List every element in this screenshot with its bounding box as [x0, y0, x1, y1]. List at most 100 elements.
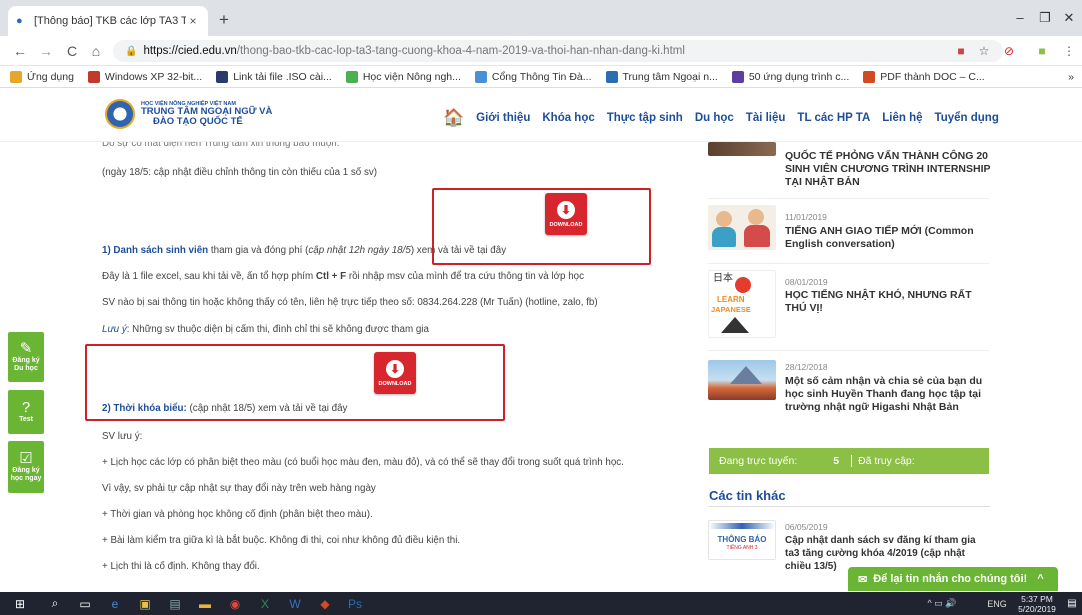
edit-icon: ✎ [19, 340, 33, 357]
nav-item[interactable]: Tài liệu [746, 112, 786, 124]
reload-button[interactable]: C [62, 41, 82, 61]
nav-item[interactable]: Thực tập sinh [607, 112, 683, 124]
site-icon [216, 70, 229, 83]
note-line-5: + Lịch thi là cố định. Không thay đổi. [102, 561, 260, 572]
photoshop-icon[interactable]: Ps [340, 592, 370, 615]
main-navigation: 🏠 Giới thiệu Khóa học Thực tập sinh Du học T… [443, 109, 1011, 126]
language-indicator[interactable]: ENG [982, 592, 1012, 615]
task-view-icon[interactable]: ▭ [70, 592, 100, 615]
adblock-icon[interactable]: ⊘ [1000, 42, 1018, 60]
nav-item[interactable]: Liên hệ [882, 112, 922, 124]
note-line-2: Vì vậy, sv phải tự cập nhật sự thay đổi … [102, 483, 376, 494]
app-icon[interactable]: ▤ [160, 592, 190, 615]
online-count: 5 [833, 455, 840, 467]
home-icon[interactable]: 🏠 [443, 109, 464, 126]
nav-item[interactable]: Du học [695, 112, 734, 124]
chat-widget[interactable]: ✉ Để lại tin nhắn cho chúng tôi! ^ [848, 567, 1058, 591]
word-icon[interactable]: W [280, 592, 310, 615]
excel-icon[interactable]: X [250, 592, 280, 615]
url-text: https://cied.edu.vn/thong-bao-tkb-cac-lo… [143, 45, 685, 57]
tab-close-icon[interactable]: × [186, 14, 200, 28]
cut-off-paragraph: Do sự cố mất điện nên Trung tâm xin thôn… [102, 142, 340, 149]
nav-item[interactable]: Giới thiệu [476, 112, 530, 124]
site-favicon-icon: ● [16, 15, 23, 27]
bookmark-item[interactable]: PDF thành DOC – C... [863, 70, 985, 83]
bookmark-item[interactable]: Học viện Nông ngh... [345, 70, 461, 83]
nav-item[interactable]: Tuyển dụng [935, 112, 999, 124]
search-icon[interactable]: ⌕ [40, 592, 70, 615]
bookmarks-overflow-button[interactable]: » [1068, 71, 1074, 83]
section-1-title[interactable]: 1) Danh sách sinh viên [102, 245, 208, 256]
chat-mail-icon: ✉ [858, 573, 868, 586]
note-line-3: + Thời gian và phòng học không cố định (… [102, 509, 373, 520]
app-icon[interactable]: ◆ [310, 592, 340, 615]
divider [708, 350, 989, 351]
news-thumbnail[interactable] [708, 205, 776, 250]
divider [708, 263, 989, 264]
news-thumbnail[interactable]: THÔNG BÁO TIẾNG ANH 3 [708, 520, 776, 560]
extension-icon[interactable]: ■ [952, 42, 970, 60]
news-title[interactable]: TIẾNG ANH GIAO TIẾP MỚI (Common English … [785, 225, 990, 251]
online-label: Đang trực tuyến: [719, 455, 798, 467]
news-thumbnail[interactable] [708, 142, 776, 156]
section-2-line: 2) Thời khóa biểu: (cập nhật 18/5) xem v… [102, 403, 348, 414]
news-date: 28/12/2018 [785, 362, 828, 372]
section-2-title[interactable]: 2) Thời khóa biểu: [102, 403, 187, 414]
note-line-1: + Lịch học các lớp có phân biệt theo màu… [102, 457, 624, 468]
windows-start-icon[interactable]: ⊞ [0, 592, 40, 615]
profile-icon[interactable]: ■ [1033, 42, 1051, 60]
home-button[interactable]: ⌂ [86, 41, 106, 61]
download-arrow-icon: ⬇ [557, 200, 575, 219]
news-title[interactable]: Một số cảm nhận và chia sẻ của bạn du họ… [785, 375, 995, 414]
store-icon[interactable]: ▣ [130, 592, 160, 615]
edge-icon[interactable]: e [100, 592, 130, 615]
download-arrow-icon: ⬇ [386, 359, 404, 378]
lock-icon: 🔒 [125, 45, 138, 57]
nav-item[interactable]: TL các HP TA [797, 112, 870, 124]
bookmark-item[interactable]: Windows XP 32-bit... [87, 70, 202, 83]
taskbar: ⊞ ⌕ ▭ e ▣ ▤ ▬ ◉ X W ◆ Ps ^ ▭ 🔊 ENG 5:37 … [0, 592, 1082, 615]
news-title[interactable]: QUỐC TẾ PHỎNG VẤN THÀNH CÔNG 20 SINH VIÊ… [785, 150, 995, 189]
logo-emblem-icon [105, 99, 135, 129]
chrome-icon[interactable]: ◉ [220, 592, 250, 615]
bookmark-item[interactable]: Cổng Thông Tin Đà... [474, 70, 592, 83]
news-date: 06/05/2019 [785, 522, 828, 532]
address-bar[interactable]: 🔒 https://cied.edu.vn/thong-bao-tkb-cac-… [113, 40, 1003, 62]
excel-instruction: Đây là 1 file excel, sau khi tải về, ấn … [102, 271, 585, 282]
close-window-button[interactable]: ✕ [1054, 8, 1082, 28]
bookmark-item[interactable]: Link tải file .ISO cài... [216, 70, 332, 83]
site-icon [605, 70, 618, 83]
news-thumbnail[interactable]: 日本 LEARN JAPANESE [708, 270, 776, 338]
test-button[interactable]: ? Test [8, 390, 44, 434]
forward-button[interactable]: → [36, 41, 56, 61]
news-title[interactable]: HỌC TIẾNG NHẬT KHÓ, NHƯNG RẤT THÚ VỊ! [785, 289, 990, 315]
divider [709, 506, 990, 507]
contact-info: SV nào bị sai thông tin hoặc không thấy … [102, 297, 598, 308]
nav-item[interactable]: Khóa học [542, 112, 594, 124]
register-now-button[interactable]: ☑ Đăng ký học ngay [8, 441, 44, 493]
star-icon[interactable]: ☆ [975, 42, 993, 60]
question-icon: ? [21, 399, 31, 416]
file-explorer-icon[interactable]: ▬ [190, 592, 220, 615]
download-button-1[interactable]: ⬇ DOWNLOAD [545, 193, 587, 235]
browser-tab[interactable]: ● [Thông báo] TKB các lớp TA3 Tăn × [8, 6, 208, 36]
site-icon [345, 70, 358, 83]
apps-icon [10, 70, 22, 83]
bookmark-item[interactable]: 50 ứng dụng trình c... [731, 70, 849, 83]
bookmark-item[interactable]: Trung tâm Ngoại n... [605, 70, 718, 83]
site-icon [87, 70, 100, 83]
site-logo[interactable]: HỌC VIỆN NÔNG NGHIỆP VIỆT NAM TRUNG TÂM … [105, 99, 272, 129]
news-thumbnail[interactable] [708, 360, 776, 400]
note-paragraph: Lưu ý: Những sv thuộc diện bị cấm thi, đ… [102, 324, 429, 335]
site-icon [863, 70, 876, 83]
clock[interactable]: 5:37 PM 5/20/2019 [1012, 594, 1062, 614]
back-button[interactable]: ← [10, 41, 30, 61]
checkbox-icon: ☑ [19, 450, 33, 467]
system-tray-icons[interactable]: ^ ▭ 🔊 [902, 592, 982, 615]
bookmark-item[interactable]: Ứng dụng [10, 70, 74, 83]
notification-icon[interactable]: ▤ [1062, 592, 1082, 615]
register-study-abroad-button[interactable]: ✎ Đăng ký Du học [8, 332, 44, 382]
new-tab-button[interactable]: + [214, 10, 234, 30]
menu-icon[interactable]: ⋮ [1060, 42, 1078, 60]
download-button-2[interactable]: ⬇ DOWNLOAD [374, 352, 416, 394]
